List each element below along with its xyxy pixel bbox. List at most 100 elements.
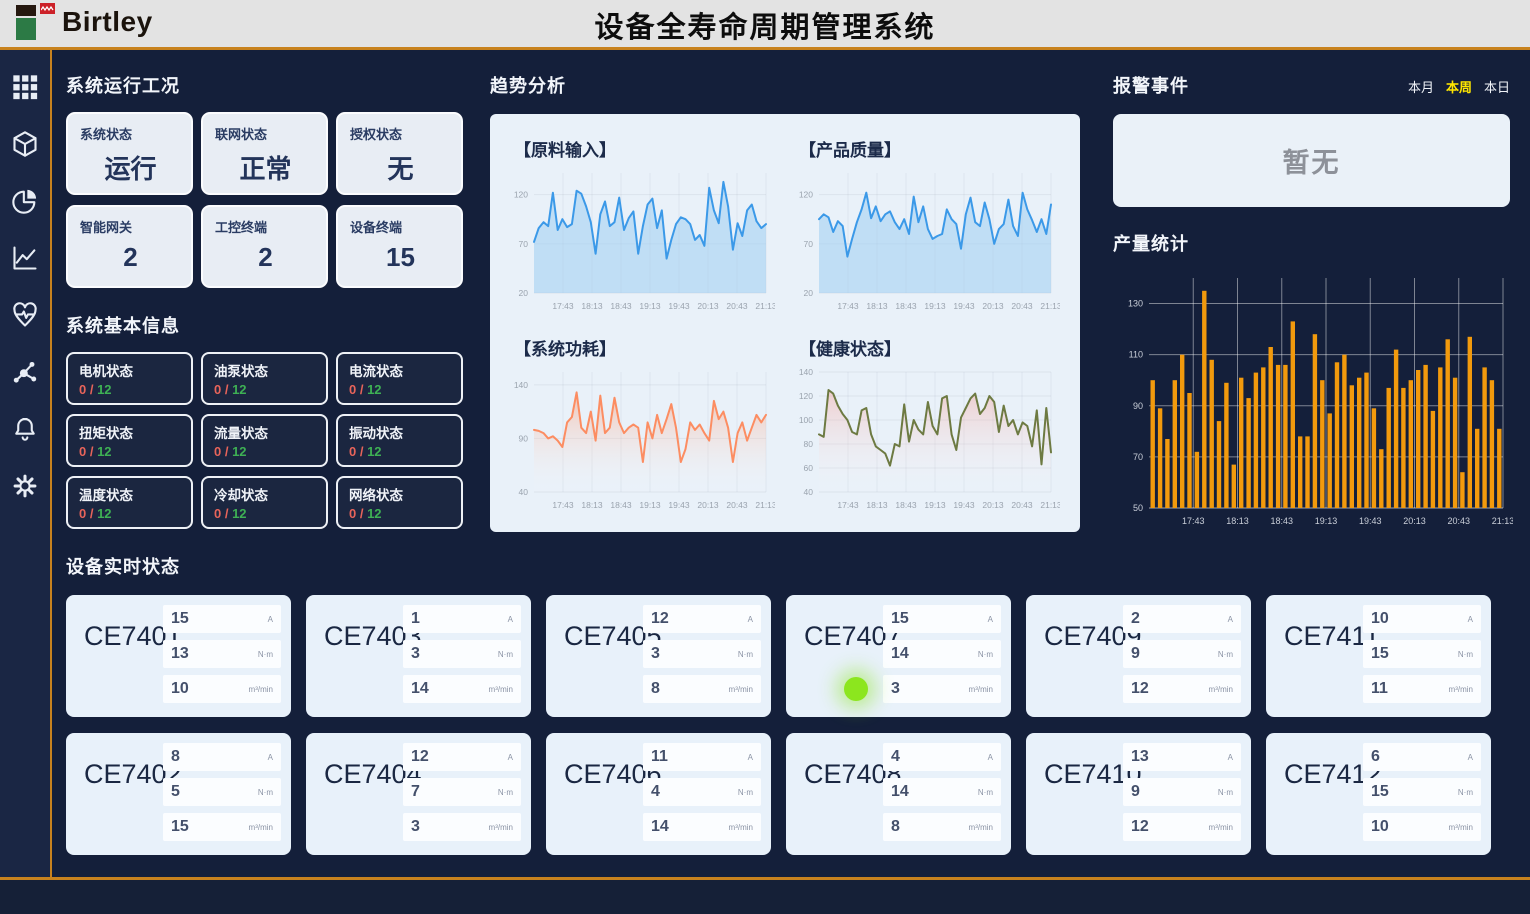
svg-text:18:13: 18:13 bbox=[1226, 516, 1249, 526]
info-card: 油泵状态 0 / 12 bbox=[201, 352, 328, 405]
status-card: 工控终端 2 bbox=[201, 205, 328, 288]
status-card-label: 工控终端 bbox=[215, 217, 316, 236]
info-card: 扭矩状态 0 / 12 bbox=[66, 414, 193, 467]
info-card-value: 0 / 12 bbox=[349, 382, 451, 397]
device-card[interactable]: CE7407 15 A 14 N·m 3 m³/min bbox=[786, 595, 1011, 717]
info-card-value: 0 / 12 bbox=[214, 382, 316, 397]
device-metric-unit: A bbox=[1468, 615, 1473, 624]
svg-text:21:13: 21:13 bbox=[755, 301, 775, 311]
device-card[interactable]: CE7411 10 A 15 N·m 11 m³/min bbox=[1266, 595, 1491, 717]
info-card: 冷却状态 0 / 12 bbox=[201, 476, 328, 529]
device-metric-row: 14 m³/min bbox=[403, 675, 521, 703]
svg-text:20:43: 20:43 bbox=[726, 301, 748, 311]
device-card[interactable]: CE7404 12 A 7 N·m 3 m³/min bbox=[306, 733, 531, 855]
svg-text:50: 50 bbox=[1133, 503, 1143, 513]
system-info-grid: 电机状态 0 / 12 油泵状态 0 / 12 电流状态 0 / 12 扭矩状态… bbox=[66, 352, 472, 529]
device-metric-value: 6 bbox=[1371, 748, 1380, 766]
info-card: 温度状态 0 / 12 bbox=[66, 476, 193, 529]
line-chart-icon[interactable] bbox=[10, 243, 40, 273]
dashboard-root: Birtley 设备全寿命周期管理系统 系统运行工况 系统状态 运行 联网状态 … bbox=[0, 0, 1530, 914]
device-metric-row: 6 A bbox=[1363, 743, 1481, 771]
bell-icon[interactable] bbox=[10, 414, 40, 444]
tab-this-week[interactable]: 本周 bbox=[1446, 77, 1472, 96]
device-metric-row: 12 A bbox=[403, 743, 521, 771]
trend-chart-title: 【健康状态】 bbox=[785, 323, 1070, 360]
device-card[interactable]: CE7401 15 A 13 N·m 10 m³/min bbox=[66, 595, 291, 717]
tab-today[interactable]: 本日 bbox=[1484, 77, 1510, 96]
device-status-indicator-dot bbox=[844, 677, 868, 701]
settings-gear-icon[interactable] bbox=[10, 471, 40, 501]
info-card-value: 0 / 12 bbox=[79, 382, 181, 397]
device-metric-unit: A bbox=[748, 753, 753, 762]
cube-icon[interactable] bbox=[10, 129, 40, 159]
device-metric-value: 8 bbox=[171, 748, 180, 766]
apps-grid-icon[interactable] bbox=[10, 72, 40, 102]
device-card[interactable]: CE7410 13 A 9 N·m 12 m³/min bbox=[1026, 733, 1251, 855]
svg-text:18:13: 18:13 bbox=[581, 301, 603, 311]
svg-text:110: 110 bbox=[1129, 350, 1143, 360]
svg-text:100: 100 bbox=[799, 415, 813, 425]
device-metric-unit: A bbox=[1228, 753, 1233, 762]
device-metric-unit: A bbox=[1228, 615, 1233, 624]
network-nodes-icon[interactable] bbox=[10, 357, 40, 387]
device-metric-row: 9 N·m bbox=[1123, 640, 1241, 668]
device-grid: CE7401 15 A 13 N·m 10 m³/min CE7403 1 A … bbox=[66, 595, 1518, 855]
info-card-value: 0 / 12 bbox=[349, 444, 451, 459]
svg-text:18:13: 18:13 bbox=[581, 500, 603, 510]
device-metric-unit: N·m bbox=[738, 788, 753, 797]
health-pulse-icon[interactable] bbox=[10, 300, 40, 330]
device-metric-value: 14 bbox=[891, 783, 909, 801]
device-metric-unit: N·m bbox=[258, 788, 273, 797]
device-metric-value: 15 bbox=[1371, 645, 1389, 663]
tab-this-month[interactable]: 本月 bbox=[1408, 77, 1434, 96]
trend-chart-power-consumption: 【系统功耗】 140904017:4318:1318:4319:1319:432… bbox=[500, 323, 785, 522]
svg-text:70: 70 bbox=[519, 239, 529, 249]
device-card[interactable]: CE7405 12 A 3 N·m 8 m³/min bbox=[546, 595, 771, 717]
status-card-value: 运行 bbox=[80, 149, 181, 186]
header-bar: Birtley 设备全寿命周期管理系统 bbox=[0, 0, 1530, 47]
svg-text:70: 70 bbox=[804, 239, 814, 249]
svg-text:19:13: 19:13 bbox=[639, 301, 661, 311]
device-card[interactable]: CE7402 8 A 5 N·m 15 m³/min bbox=[66, 733, 291, 855]
device-metric-value: 8 bbox=[891, 818, 900, 836]
device-metric-row: 7 N·m bbox=[403, 778, 521, 806]
status-card: 授权状态 无 bbox=[336, 112, 463, 195]
info-card-label: 油泵状态 bbox=[214, 360, 316, 380]
device-metric-unit: A bbox=[268, 615, 273, 624]
alarm-empty-card: 暂无 bbox=[1113, 114, 1510, 207]
device-metric-value: 13 bbox=[171, 645, 189, 663]
info-card: 振动状态 0 / 12 bbox=[336, 414, 463, 467]
device-card[interactable]: CE7412 6 A 15 N·m 10 m³/min bbox=[1266, 733, 1491, 855]
status-card-label: 设备终端 bbox=[350, 217, 451, 236]
svg-text:17:43: 17:43 bbox=[837, 301, 859, 311]
status-card: 系统状态 运行 bbox=[66, 112, 193, 195]
status-card-label: 系统状态 bbox=[80, 124, 181, 143]
device-card[interactable]: CE7403 1 A 3 N·m 14 m³/min bbox=[306, 595, 531, 717]
status-card-value: 2 bbox=[80, 242, 181, 273]
device-card[interactable]: CE7408 4 A 14 N·m 8 m³/min bbox=[786, 733, 1011, 855]
pie-chart-icon[interactable] bbox=[10, 186, 40, 216]
sidebar-nav bbox=[0, 50, 52, 877]
svg-text:17:43: 17:43 bbox=[552, 301, 574, 311]
svg-text:20:13: 20:13 bbox=[697, 301, 719, 311]
device-metric-value: 14 bbox=[651, 818, 669, 836]
svg-text:21:13: 21:13 bbox=[1040, 500, 1060, 510]
svg-text:60: 60 bbox=[804, 463, 814, 473]
info-card-label: 振动状态 bbox=[349, 422, 451, 442]
device-metric-value: 4 bbox=[651, 783, 660, 801]
footer-bar bbox=[0, 880, 1530, 914]
svg-text:18:43: 18:43 bbox=[610, 301, 632, 311]
device-metric-row: 12 m³/min bbox=[1123, 813, 1241, 841]
info-card-value: 0 / 12 bbox=[79, 506, 181, 521]
device-card[interactable]: CE7409 2 A 9 N·m 12 m³/min bbox=[1026, 595, 1251, 717]
svg-text:120: 120 bbox=[799, 391, 813, 401]
svg-text:90: 90 bbox=[1133, 401, 1143, 411]
svg-text:19:13: 19:13 bbox=[639, 500, 661, 510]
status-card-value: 15 bbox=[350, 242, 451, 273]
device-card[interactable]: CE7406 11 A 4 N·m 14 m³/min bbox=[546, 733, 771, 855]
info-card-label: 冷却状态 bbox=[214, 484, 316, 504]
status-card-label: 授权状态 bbox=[350, 124, 451, 143]
device-metric-unit: N·m bbox=[978, 788, 993, 797]
device-metric-value: 4 bbox=[891, 748, 900, 766]
device-metric-value: 3 bbox=[651, 645, 660, 663]
